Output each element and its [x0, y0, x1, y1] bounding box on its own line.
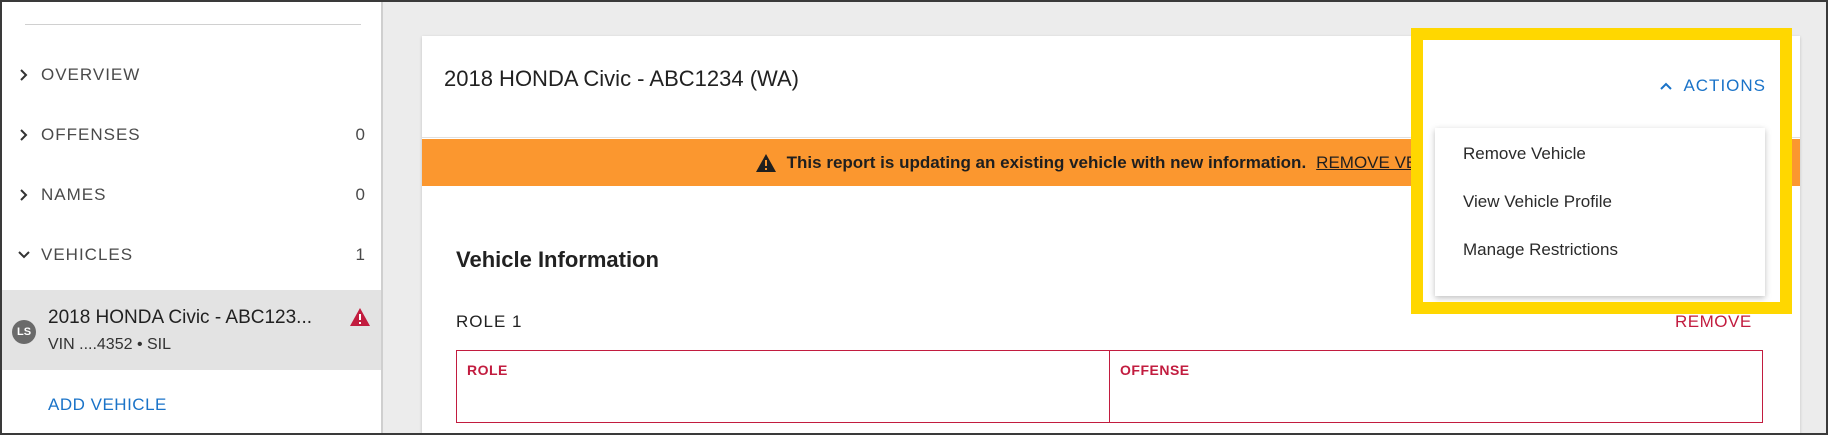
- sidebar-item-count: 1: [355, 245, 365, 264]
- sidebar-divider: [25, 24, 361, 25]
- warning-banner-content: This report is updating an existing vehi…: [755, 152, 1467, 173]
- vehicle-list-item[interactable]: LS 2018 HONDA Civic - ABC123... VIN ....…: [2, 290, 381, 370]
- sidebar-item-label: OVERVIEW: [41, 65, 141, 84]
- offense-field[interactable]: OFFENSE: [1110, 351, 1762, 422]
- chevron-down-icon: [18, 251, 30, 259]
- add-vehicle-button[interactable]: ADD VEHICLE: [48, 395, 167, 415]
- role-field[interactable]: ROLE: [457, 351, 1110, 422]
- sidebar-item-names[interactable]: NAMES 0: [2, 175, 383, 215]
- page-title: 2018 HONDA Civic - ABC1234 (WA): [444, 66, 799, 91]
- avatar: LS: [12, 320, 36, 344]
- section-title: Vehicle Information: [456, 247, 659, 272]
- sidebar-item-count: 0: [355, 185, 365, 204]
- role-table: ROLE OFFENSE: [456, 350, 1763, 423]
- vehicle-item-subtitle: VIN ....4352 • SIL: [48, 336, 171, 353]
- sidebar-item-offenses[interactable]: OFFENSES 0: [2, 115, 383, 155]
- sidebar-item-vehicles[interactable]: VEHICLES 1: [2, 235, 383, 275]
- warning-icon: [350, 308, 370, 326]
- actions-button-label: ACTIONS: [1683, 76, 1766, 95]
- sidebar-item-label: VEHICLES: [41, 245, 134, 264]
- warning-icon: [755, 153, 776, 172]
- sidebar-item-label: OFFENSES: [41, 125, 141, 144]
- sidebar-item-count: 0: [355, 125, 365, 144]
- menu-item-manage-restrictions[interactable]: Manage Restrictions: [1435, 230, 1765, 270]
- banner-text: This report is updating an existing vehi…: [786, 152, 1307, 172]
- sidebar-item-overview[interactable]: OVERVIEW: [2, 55, 383, 95]
- chevron-right-icon: [20, 69, 28, 81]
- sidebar: OVERVIEW OFFENSES 0 NAMES 0 VEHICLES 1 L…: [2, 2, 383, 433]
- role-heading: ROLE 1: [456, 312, 523, 331]
- remove-role-button[interactable]: REMOVE: [1675, 312, 1752, 332]
- actions-menu: Remove Vehicle View Vehicle Profile Mana…: [1435, 128, 1765, 296]
- chevron-right-icon: [20, 129, 28, 141]
- sidebar-item-label: NAMES: [41, 185, 107, 204]
- actions-button[interactable]: ACTIONS: [1659, 76, 1766, 96]
- chevron-right-icon: [20, 189, 28, 201]
- role-field-label: ROLE: [467, 362, 508, 378]
- vehicle-item-title: 2018 HONDA Civic - ABC123...: [48, 307, 312, 328]
- actions-panel: ACTIONS Remove Vehicle View Vehicle Prof…: [1423, 40, 1780, 302]
- chevron-up-icon: [1660, 82, 1673, 90]
- menu-item-view-vehicle-profile[interactable]: View Vehicle Profile: [1435, 182, 1765, 222]
- menu-item-remove-vehicle[interactable]: Remove Vehicle: [1435, 134, 1765, 174]
- offense-field-label: OFFENSE: [1120, 362, 1190, 378]
